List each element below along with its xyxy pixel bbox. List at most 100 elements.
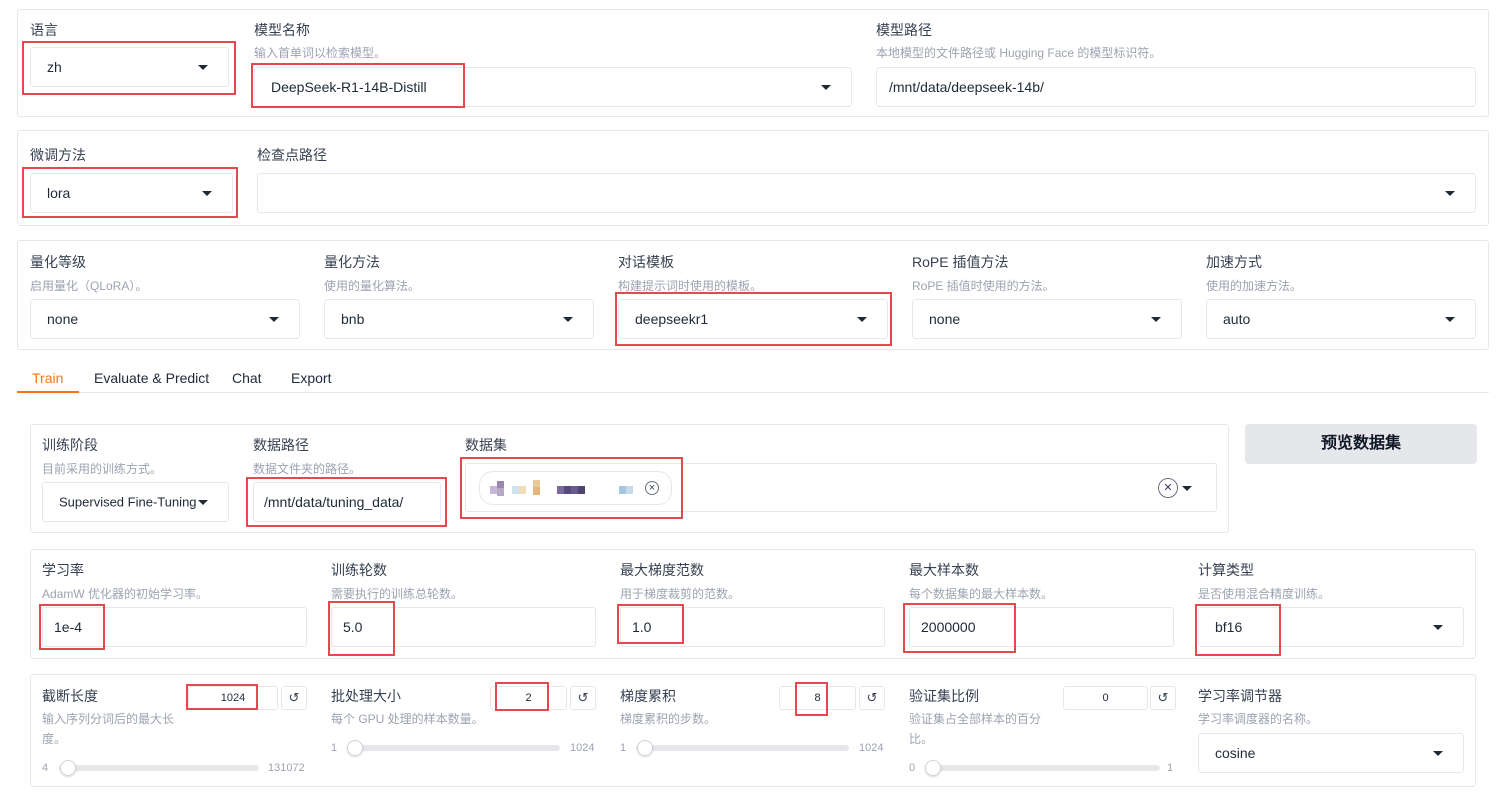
model-path-label: 模型路径 [876,22,932,38]
max-samples-value: 2000000 [921,619,976,635]
dataset-dir-hint: 数据文件夹的路径。 [253,462,362,476]
rope-select[interactable]: none [912,299,1182,339]
batch-label: 批处理大小 [331,688,401,704]
quant-method-value: bnb [341,311,365,327]
lang-select[interactable]: zh [30,47,229,87]
val-size-slider[interactable] [925,760,1160,776]
chevron-down-icon [269,317,279,322]
dataset-dir-input[interactable]: /mnt/data/tuning_data/ [253,482,441,522]
cutoff-hint-wrap: 度。 [42,732,67,746]
batch-min: 1 [331,742,338,754]
grad-accum-hint: 梯度累积的步数。 [620,712,717,726]
max-samples-input[interactable]: 2000000 [909,607,1174,647]
epochs-input[interactable]: 5.0 [331,607,596,647]
grad-accum-min: 1 [620,742,627,754]
tab-export[interactable]: Export [291,370,331,386]
grad-accum-number-input[interactable]: 8 [779,686,856,710]
rope-label: RoPE 插值方法 [912,254,1009,270]
grad-norm-value: 1.0 [632,619,652,635]
epochs-hint: 需要执行的训练总轮数。 [331,587,464,601]
scheduler-select[interactable]: cosine [1198,733,1464,773]
compute-type-select[interactable]: bf16 [1198,607,1464,647]
booster-select[interactable]: auto [1206,299,1476,339]
compute-type-label: 计算类型 [1198,562,1254,578]
tab-evaluate-predict[interactable]: Evaluate & Predict [94,370,209,386]
model-name-hint: 输入首单词以检索模型。 [254,46,387,60]
chevron-down-icon[interactable] [1182,485,1192,491]
checkpoint-path-select[interactable] [257,173,1476,213]
grad-accum-slider[interactable] [636,740,849,756]
val-size-min: 0 [909,762,916,774]
quant-method-label: 量化方法 [324,254,380,270]
tab-chat[interactable]: Chat [232,370,262,386]
grad-accum-label: 梯度累积 [620,688,676,704]
booster-value: auto [1223,311,1251,327]
cutoff-hint: 输入序列分词后的最大长 [42,712,175,726]
batch-slider[interactable] [347,740,560,756]
dataset-chip[interactable]: × [479,471,672,505]
cutoff-number-input[interactable]: 1024 [188,686,278,710]
dataset-dir-value: /mnt/data/tuning_data/ [264,494,404,510]
lang-label: 语言 [30,22,58,38]
checkpoint-path-label: 检查点路径 [257,147,327,163]
val-size-number-input[interactable]: 0 [1063,686,1148,710]
reset-icon[interactable]: ↺ [1150,686,1176,710]
clear-all-icon[interactable]: ✕ [1158,478,1178,498]
val-size-max: 1 [1167,762,1174,774]
preview-dataset-button[interactable]: 预览数据集 [1245,424,1477,464]
booster-label: 加速方式 [1206,254,1262,270]
quant-method-select[interactable]: bnb [324,299,594,339]
compute-type-value: bf16 [1215,619,1243,635]
grad-norm-label: 最大梯度范数 [620,562,704,578]
template-hint: 构建提示词时使用的模板。 [618,279,763,293]
chevron-down-icon [1445,191,1455,196]
batch-number-input[interactable]: 2 [490,686,567,710]
lr-label: 学习率 [42,562,84,578]
reset-icon[interactable]: ↺ [281,686,307,710]
stage-select[interactable]: Supervised Fine-Tuning [42,482,229,522]
cutoff-max: 131072 [268,762,305,774]
cutoff-min: 4 [42,762,49,774]
reset-icon[interactable]: ↺ [570,686,596,710]
model-path-input[interactable]: /mnt/data/deepseek-14b/ [876,67,1476,107]
quant-bit-value: none [47,311,79,327]
model-name-label: 模型名称 [254,22,310,38]
batch-hint: 每个 GPU 处理的样本数量。 [331,712,484,726]
finetune-method-label: 微调方法 [30,147,86,163]
chevron-down-icon [563,317,573,322]
tab-active-indicator [17,391,79,393]
template-value: deepseekr1 [635,311,709,327]
val-size-label: 验证集比例 [909,688,979,704]
cutoff-label: 截断长度 [42,688,98,704]
lr-input[interactable]: 1e-4 [42,607,307,647]
model-name-select[interactable]: DeepSeek-R1-14B-Distill [254,67,852,107]
chip-remove-icon[interactable]: × [645,481,659,495]
val-size-slider-thumb[interactable] [925,760,941,776]
tab-train[interactable]: Train [32,370,63,386]
epochs-value: 5.0 [343,619,363,635]
grad-norm-hint: 用于梯度裁剪的范数。 [620,587,741,601]
chevron-down-icon [857,317,867,322]
chevron-down-icon [821,85,831,90]
stage-hint: 目前采用的训练方式。 [42,462,163,476]
chevron-down-icon [1151,317,1161,322]
grad-norm-input[interactable]: 1.0 [620,607,885,647]
chevron-down-icon [198,65,208,70]
booster-hint: 使用的加速方法。 [1206,279,1303,293]
scheduler-hint: 学习率调度器的名称。 [1198,712,1319,726]
val-size-hint: 验证集占全部样本的百分 [909,712,1042,726]
template-select[interactable]: deepseekr1 [618,299,888,339]
lr-value: 1e-4 [54,619,83,635]
finetune-method-select[interactable]: lora [30,173,233,213]
chevron-down-icon [1433,625,1443,630]
chevron-down-icon [1433,751,1443,756]
chevron-down-icon [202,191,212,196]
scheduler-label: 学习率调节器 [1198,688,1282,704]
chevron-down-icon [198,500,208,505]
quant-bit-select[interactable]: none [30,299,300,339]
reset-icon[interactable]: ↺ [859,686,885,710]
dataset-multiselect[interactable]: × ✕ [465,463,1217,512]
cutoff-slider[interactable] [59,760,259,776]
tab-divider [17,392,1489,393]
compute-type-hint: 是否使用混合精度训练。 [1198,587,1331,601]
